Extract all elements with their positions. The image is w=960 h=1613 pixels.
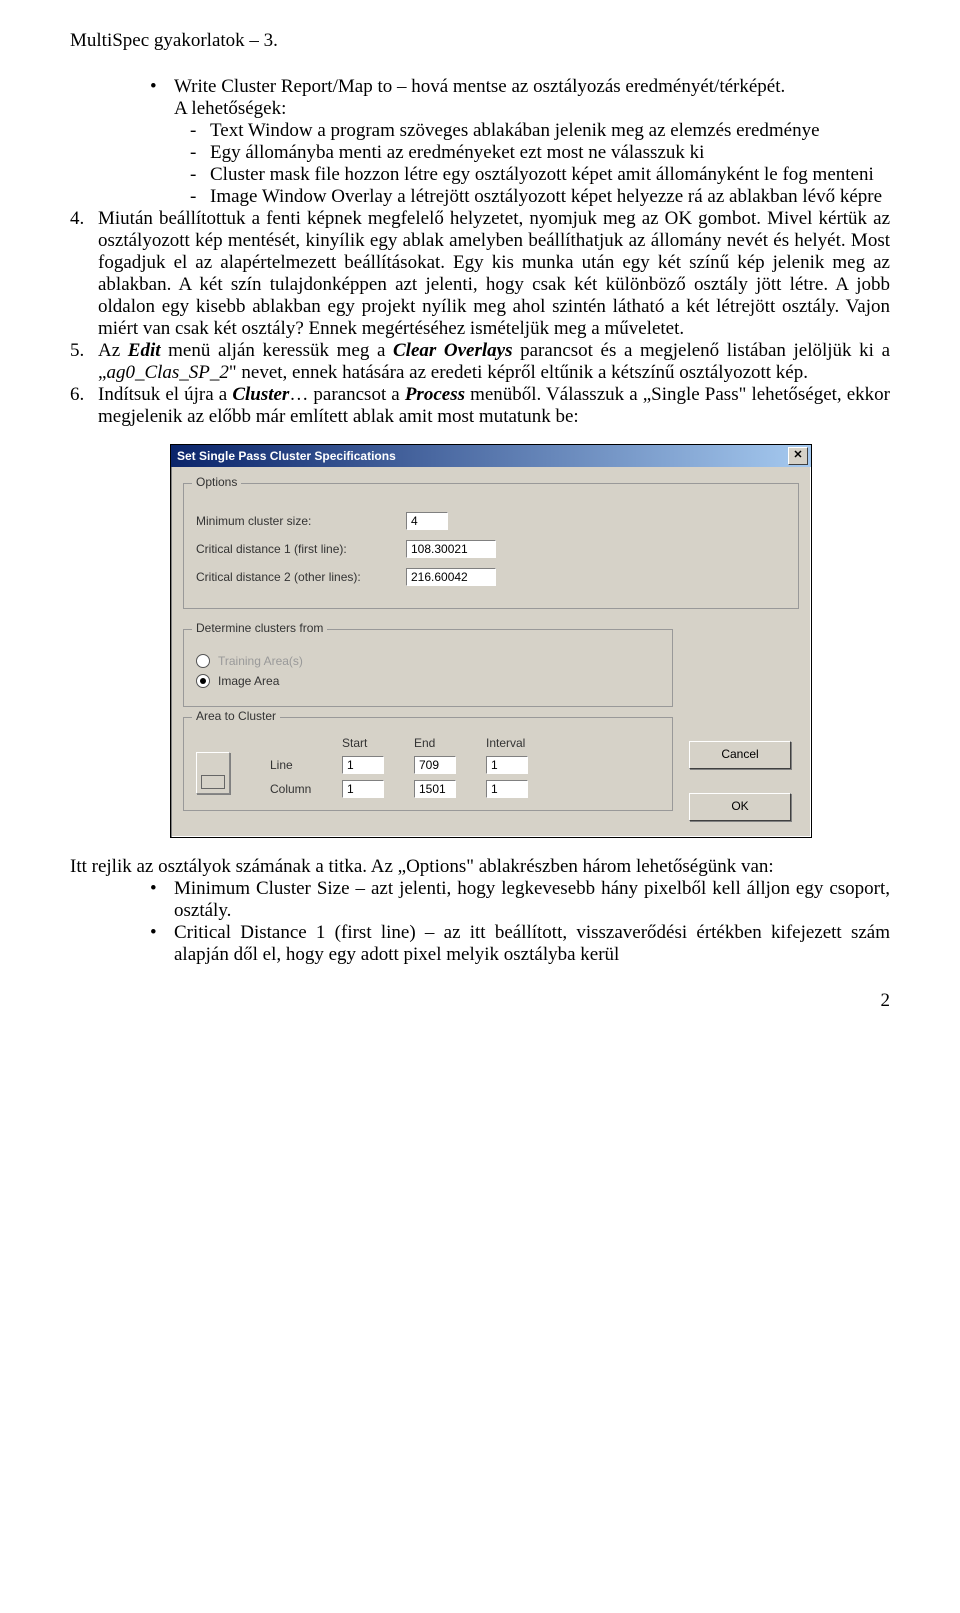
close-icon[interactable]: ✕ bbox=[788, 447, 808, 465]
dash-icon: - bbox=[190, 142, 210, 164]
determine-group-label: Determine clusters from bbox=[192, 621, 327, 635]
col-start-head: Start bbox=[342, 736, 402, 750]
sub-bullet-text-2: Egy állományba menti az eredményeket ezt… bbox=[210, 142, 890, 164]
page-header: MultiSpec gyakorlatok – 3. bbox=[70, 30, 890, 52]
t5d: " nevet, ennek hatására az eredeti képrő… bbox=[229, 362, 808, 383]
dialog-screenshot: Set Single Pass Cluster Specifications ✕… bbox=[170, 444, 890, 838]
t6a: Indítsuk el újra a bbox=[98, 384, 232, 405]
radio-checked-icon bbox=[196, 674, 210, 688]
cancel-button[interactable]: Cancel bbox=[689, 741, 791, 769]
col-interval-input[interactable] bbox=[486, 780, 528, 798]
clear-overlays-ref: Clear Overlays bbox=[393, 340, 513, 361]
area-preview-icon[interactable] bbox=[196, 752, 230, 794]
radio-unchecked-icon bbox=[196, 654, 210, 668]
cd1-input[interactable] bbox=[406, 540, 496, 558]
min-cluster-input[interactable] bbox=[406, 512, 448, 530]
bullet-text: Write Cluster Report/Map to – hová ments… bbox=[174, 76, 785, 97]
bullet-dot: • bbox=[150, 76, 174, 120]
col-interval-head: Interval bbox=[486, 736, 546, 750]
after-bullet-2-text: Critical Distance 1 (first line) – az it… bbox=[174, 922, 890, 966]
t5b: menü alján keressük meg a bbox=[161, 340, 393, 361]
after-bullet-2: • Critical Distance 1 (first line) – az … bbox=[150, 922, 890, 966]
after-dialog-para: Itt rejlik az osztályok számának a titka… bbox=[70, 856, 890, 878]
row-line-label: Line bbox=[270, 758, 330, 772]
sub-intro: A lehetőségek: bbox=[174, 98, 286, 119]
edit-menu-ref: Edit bbox=[128, 340, 161, 361]
determine-group: Determine clusters from Training Area(s)… bbox=[183, 629, 673, 707]
radio-training-label: Training Area(s) bbox=[218, 654, 303, 668]
cluster-cmd-ref: Cluster bbox=[232, 384, 289, 405]
sub-bullet-text-3: Cluster mask file hozzon létre egy osztá… bbox=[210, 164, 890, 186]
sub-bullet-1: - Text Window a program szöveges ablakáb… bbox=[190, 120, 890, 142]
options-group-label: Options bbox=[192, 475, 241, 489]
options-group: Options Minimum cluster size: Critical d… bbox=[183, 483, 799, 609]
dash-icon: - bbox=[190, 164, 210, 186]
bullet-dot: • bbox=[150, 878, 174, 922]
radio-image-label: Image Area bbox=[218, 674, 279, 688]
col-start-input[interactable] bbox=[342, 780, 384, 798]
bullet-dot: • bbox=[150, 922, 174, 966]
line-interval-input[interactable] bbox=[486, 756, 528, 774]
sub-bullet-text-4: Image Window Overlay a létrejött osztály… bbox=[210, 186, 890, 208]
min-cluster-label: Minimum cluster size: bbox=[196, 514, 406, 528]
line-end-input[interactable] bbox=[414, 756, 456, 774]
ok-button[interactable]: OK bbox=[689, 793, 791, 821]
cd1-label: Critical distance 1 (first line): bbox=[196, 542, 406, 556]
item-4-text: Miután beállítottuk a fenti képnek megfe… bbox=[98, 208, 890, 340]
dash-icon: - bbox=[190, 186, 210, 208]
list-item-6: 6. Indítsuk el újra a Cluster… parancsot… bbox=[70, 384, 890, 428]
process-menu-ref: Process bbox=[405, 384, 465, 405]
cd2-label: Critical distance 2 (other lines): bbox=[196, 570, 406, 584]
cluster-dialog: Set Single Pass Cluster Specifications ✕… bbox=[170, 444, 812, 838]
t5a: Az bbox=[98, 340, 128, 361]
list-item-5: 5. Az Edit menü alján keressük meg a Cle… bbox=[70, 340, 890, 384]
after-bullet-1-text: Minimum Cluster Size – azt jelenti, hogy… bbox=[174, 878, 890, 922]
sub-bullet-4: - Image Window Overlay a létrejött osztá… bbox=[190, 186, 890, 208]
dash-icon: - bbox=[190, 120, 210, 142]
item-6-text: Indítsuk el újra a Cluster… parancsot a … bbox=[98, 384, 890, 428]
layer-name-ref: ag0_Clas_SP_2 bbox=[106, 362, 228, 383]
area-group: Area to Cluster Start End Interval bbox=[183, 717, 673, 811]
radio-image-row[interactable]: Image Area bbox=[196, 674, 660, 688]
line-start-input[interactable] bbox=[342, 756, 384, 774]
t6b: … parancsot a bbox=[289, 384, 404, 405]
col-end-input[interactable] bbox=[414, 780, 456, 798]
radio-training-row[interactable]: Training Area(s) bbox=[196, 654, 660, 668]
item-number: 5. bbox=[70, 340, 98, 384]
sub-bullet-3: - Cluster mask file hozzon létre egy osz… bbox=[190, 164, 890, 186]
page-number: 2 bbox=[70, 990, 890, 1012]
item-5-text: Az Edit menü alján keressük meg a Clear … bbox=[98, 340, 890, 384]
item-number: 6. bbox=[70, 384, 98, 428]
list-item-4: 4. Miután beállítottuk a fenti képnek me… bbox=[70, 208, 890, 340]
sub-bullet-text-1: Text Window a program szöveges ablakában… bbox=[210, 120, 890, 142]
dialog-title: Set Single Pass Cluster Specifications bbox=[177, 449, 396, 463]
sub-bullet-2: - Egy állományba menti az eredményeket e… bbox=[190, 142, 890, 164]
dialog-titlebar[interactable]: Set Single Pass Cluster Specifications ✕ bbox=[171, 445, 811, 467]
item-number: 4. bbox=[70, 208, 98, 340]
area-group-label: Area to Cluster bbox=[192, 709, 280, 723]
bullet-write-cluster: • Write Cluster Report/Map to – hová men… bbox=[150, 76, 890, 120]
row-column-label: Column bbox=[270, 782, 330, 796]
cd2-input[interactable] bbox=[406, 568, 496, 586]
col-end-head: End bbox=[414, 736, 474, 750]
after-bullet-1: • Minimum Cluster Size – azt jelenti, ho… bbox=[150, 878, 890, 922]
